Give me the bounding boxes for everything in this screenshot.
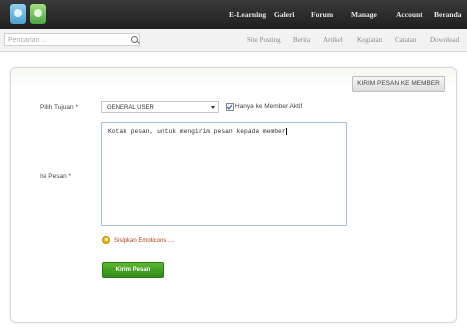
message-text: Kotak pesan, untuk mengirim pesan kepada…: [108, 128, 286, 136]
nav-beranda[interactable]: Beranda: [434, 10, 462, 19]
nav-account[interactable]: Account: [396, 10, 423, 19]
nav-manage[interactable]: Manage: [351, 10, 377, 19]
subnav-site-posting[interactable]: Site Posting: [247, 36, 281, 44]
subnav-download[interactable]: Download: [430, 36, 459, 44]
nav-galeri[interactable]: Galeri: [274, 10, 294, 19]
nav-elearning[interactable]: E-Learning: [229, 10, 266, 19]
tujuan-select[interactable]: GENERAL USER: [101, 101, 219, 113]
member-aktif-label: Hanya ke Member Aktif: [235, 103, 303, 110]
site-logo-secondary-icon[interactable]: [30, 4, 46, 24]
search-input[interactable]: Pencarian ...: [4, 33, 140, 46]
text-cursor: [285, 128, 287, 135]
member-aktif-checkbox[interactable]: [226, 103, 234, 111]
chevron-down-icon: [211, 106, 215, 109]
subnav-artikel[interactable]: Artikel: [323, 36, 343, 44]
top-navigation-bar: E-Learning Galeri Forum Manage Account B…: [0, 0, 467, 29]
emoticon-icon[interactable]: [102, 236, 110, 244]
kirim-pesan-submit-button[interactable]: Kirim Pesan: [102, 262, 164, 278]
tujuan-selected-value: GENERAL USER: [107, 105, 154, 111]
subnav-berita[interactable]: Berita: [293, 36, 310, 44]
subnav-kegiatan[interactable]: Kegiatan: [357, 36, 382, 44]
site-logo-icon[interactable]: [10, 4, 26, 24]
message-textarea[interactable]: Kotak pesan, untuk mengirim pesan kepada…: [101, 122, 347, 226]
subnav-catatan[interactable]: Catatan: [395, 36, 416, 44]
pilih-tujuan-label: Pilih Tujuan *: [40, 104, 78, 111]
sub-navigation-bar: Pencarian ... Site Posting Berita Artike…: [0, 29, 467, 52]
isi-pesan-label: Isi Pesan *: [40, 173, 72, 180]
nav-forum[interactable]: Forum: [311, 10, 333, 19]
kirim-pesan-member-button[interactable]: KIRIM PESAN KE MEMBER: [352, 76, 445, 92]
search-icon[interactable]: [131, 36, 138, 43]
insert-emoticons-link[interactable]: Sisipkan Emoticons ....: [114, 238, 175, 244]
